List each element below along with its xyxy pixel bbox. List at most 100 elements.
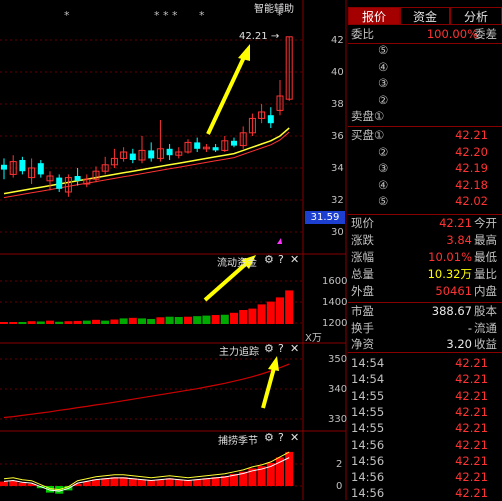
flow-bar xyxy=(174,317,183,324)
tick-row[interactable]: 14:55 42.21 xyxy=(348,388,502,404)
gear-icon[interactable]: ⚙ xyxy=(264,253,274,266)
unit-label: X万 xyxy=(305,333,322,344)
y-tick: 1200 xyxy=(322,318,348,329)
quote-row[interactable]: 外盘 50461 内盘 xyxy=(348,283,502,299)
tick-row[interactable]: 14:55 42.21 xyxy=(348,420,502,436)
y-tick: 30 xyxy=(331,227,344,238)
fund-value: 3.20 xyxy=(446,337,472,351)
buy-level-label: 买盘① xyxy=(351,128,385,142)
kline-chart[interactable] xyxy=(0,0,348,500)
buy-row[interactable]: ③ 42.19 xyxy=(348,160,502,176)
quote-value: 3.84 xyxy=(446,233,472,247)
sell-row[interactable]: ⑤ xyxy=(348,42,502,58)
tick-time: 14:56 xyxy=(351,453,385,468)
tab-funds[interactable]: 资金 xyxy=(400,7,450,25)
sell-row[interactable]: 卖盘① xyxy=(348,108,502,124)
help-icon[interactable]: ? xyxy=(278,253,284,266)
close-icon[interactable]: ✕ xyxy=(290,253,299,266)
candle-body xyxy=(231,140,237,146)
sell-row[interactable]: ③ xyxy=(348,75,502,91)
quote-row[interactable]: 涨跌 3.84 最高 xyxy=(348,232,502,248)
flow-bar xyxy=(257,304,266,324)
y-tick: 36 xyxy=(331,131,344,142)
tab-analysis[interactable]: 分析 xyxy=(450,7,502,25)
buy-level-label: ② xyxy=(378,144,389,159)
quote-row[interactable]: 现价 42.21 今开 xyxy=(348,215,502,231)
y-tick: 340 xyxy=(328,384,348,395)
close-icon[interactable]: ✕ xyxy=(290,431,299,444)
candle-body xyxy=(56,177,63,189)
season-bar xyxy=(285,451,294,486)
tick-row[interactable]: 14:56 42.21 xyxy=(348,437,502,453)
close-icon[interactable]: ✕ xyxy=(290,342,299,355)
tick-price: 42.21 xyxy=(455,453,488,468)
flow-bar xyxy=(18,322,27,324)
y-tick: 34 xyxy=(331,163,344,174)
tick-time: 14:56 xyxy=(351,470,385,485)
fund-row[interactable]: 换手 - 流通 xyxy=(348,320,502,336)
tick-row[interactable]: 14:54 42.21 xyxy=(348,355,502,371)
high-price-label: 42.21 → xyxy=(239,31,280,42)
gear-icon[interactable]: ⚙ xyxy=(264,431,274,444)
fund-right-label: 流通 xyxy=(474,320,497,335)
flow-bar xyxy=(147,318,156,324)
buy-row[interactable]: ② 42.20 xyxy=(348,144,502,160)
tick-price: 42.21 xyxy=(455,404,488,419)
sell-level-label: ② xyxy=(378,92,389,107)
fund-right-label: 收益 xyxy=(474,337,497,351)
flow-bar xyxy=(46,320,54,324)
buy-row[interactable]: ⑤ 42.02 xyxy=(348,193,502,209)
flow-bar xyxy=(92,319,100,324)
buy-row[interactable]: ④ 42.18 xyxy=(348,177,502,193)
sell-level-label: ③ xyxy=(378,76,389,90)
flow-bar xyxy=(266,301,275,324)
fund-value: - xyxy=(467,320,472,335)
flow-title: 流动资金 xyxy=(217,258,257,269)
tick-row[interactable]: 14:56 42.21 xyxy=(348,453,502,469)
tick-row[interactable]: 14:56 42.21 xyxy=(348,469,502,485)
quote-right-label: 最高 xyxy=(474,233,497,247)
sell-row[interactable]: ④ xyxy=(348,59,502,75)
help-icon[interactable]: ? xyxy=(278,342,284,355)
tick-row[interactable]: 14:54 42.21 xyxy=(348,371,502,387)
candle-body xyxy=(194,142,201,149)
tick-time: 14:56 xyxy=(351,437,385,452)
flow-bar xyxy=(36,321,45,324)
tick-price: 42.21 xyxy=(455,356,488,370)
tick-row[interactable]: 14:55 42.21 xyxy=(348,404,502,420)
flow-bar xyxy=(184,316,192,324)
quote-row[interactable]: 涨幅 10.01% 最低 xyxy=(348,249,502,265)
season-bar xyxy=(0,481,8,486)
fund-right-label: 股本 xyxy=(474,304,497,318)
gear-icon[interactable]: ⚙ xyxy=(264,342,274,355)
flow-bar xyxy=(138,318,146,324)
current-price-tag: 31.59 xyxy=(305,211,345,224)
candle-body xyxy=(1,164,7,170)
candle-body xyxy=(267,115,274,124)
flow-bar xyxy=(211,315,220,324)
sell-row[interactable]: ② xyxy=(348,92,502,108)
buy-price: 42.18 xyxy=(455,177,488,192)
tick-time: 14:55 xyxy=(351,421,385,436)
y-tick: 38 xyxy=(331,99,344,110)
quote-row[interactable]: 总量 10.32万 量比 xyxy=(348,266,502,282)
fund-label: 净资 xyxy=(351,337,374,351)
season-title: 捕捞季节 xyxy=(218,436,258,447)
flow-bar xyxy=(220,314,229,324)
tick-row[interactable]: 14:56 42.21 xyxy=(348,485,502,501)
fund-row[interactable]: 市盈 388.67 股本 xyxy=(348,303,502,319)
tab-quote[interactable]: 报价 xyxy=(348,7,400,25)
buy-row[interactable]: 买盘① 42.21 xyxy=(348,127,502,143)
flow-bar xyxy=(156,317,165,324)
tick-price: 42.21 xyxy=(455,470,488,485)
flow-bar xyxy=(230,312,238,324)
fund-row[interactable]: 净资 3.20 收益 xyxy=(348,336,502,352)
help-icon[interactable]: ? xyxy=(278,431,284,444)
flow-bar xyxy=(110,319,119,324)
tick-time: 14:56 xyxy=(351,486,385,501)
tick-price: 42.21 xyxy=(455,437,488,452)
y-tick: 42 xyxy=(331,35,344,46)
flow-bar xyxy=(64,321,73,324)
flow-bar xyxy=(202,315,211,324)
sell-level-label: 卖盘① xyxy=(351,109,385,123)
